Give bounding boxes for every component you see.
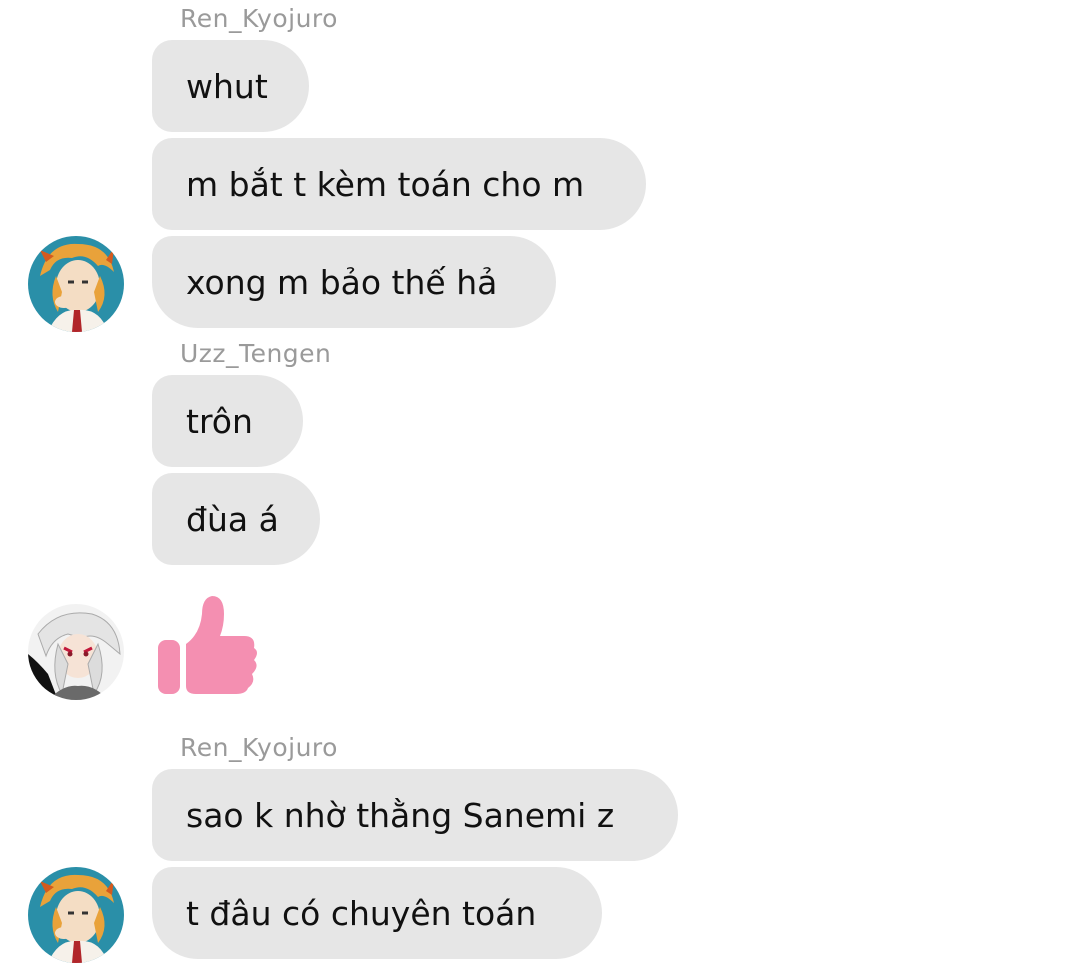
- thumbs-up-icon[interactable]: [156, 594, 260, 700]
- sender-name: Ren_Kyojuro: [180, 4, 338, 33]
- avatar[interactable]: [28, 604, 124, 700]
- message-bubble[interactable]: xong m bảo thế hả: [152, 236, 556, 328]
- avatar[interactable]: [28, 867, 124, 963]
- message-bubble[interactable]: whut: [152, 40, 309, 132]
- message-bubble[interactable]: đùa á: [152, 473, 320, 565]
- sender-name: Uzz_Tengen: [180, 339, 332, 368]
- message-bubble[interactable]: sao k nhờ thằng Sanemi z: [152, 769, 678, 861]
- sender-name: Ren_Kyojuro: [180, 733, 338, 762]
- message-bubble[interactable]: trôn: [152, 375, 303, 467]
- message-bubble[interactable]: m bắt t kèm toán cho m: [152, 138, 646, 230]
- message-bubble[interactable]: t đâu có chuyên toán: [152, 867, 602, 959]
- avatar[interactable]: [28, 236, 124, 332]
